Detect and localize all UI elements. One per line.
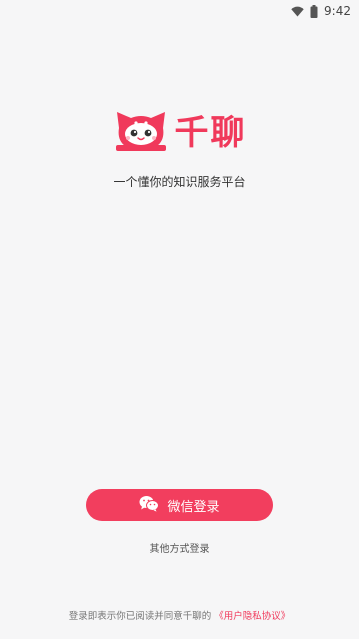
privacy-agreement-link[interactable]: 《用户隐私协议》 <box>214 611 290 622</box>
mascot-logo-icon <box>113 108 169 158</box>
brand-logo: 千聊 <box>0 108 359 158</box>
brand-name: 千聊 <box>174 113 247 153</box>
status-bar: 9:42 <box>0 0 359 22</box>
agreement-prefix: 登录即表示你已阅读并同意千聊的 <box>68 611 212 622</box>
tagline: 一个懂你的知识服务平台 <box>113 175 246 189</box>
battery-icon <box>310 4 318 18</box>
wechat-login-button[interactable]: 微信登录 <box>86 489 273 521</box>
login-screen: 9:42 千聊 一个懂你的知识服务平台 微信登录 其他方式登录 登录即表示你已阅… <box>0 0 359 639</box>
status-time: 9:42 <box>324 4 351 18</box>
wechat-icon <box>139 495 160 516</box>
other-login-link[interactable]: 其他方式登录 <box>0 540 359 555</box>
wechat-login-label: 微信登录 <box>167 499 220 515</box>
agreement-text: 登录即表示你已阅读并同意千聊的 《用户隐私协议》 <box>0 608 359 622</box>
wifi-icon <box>291 6 304 17</box>
